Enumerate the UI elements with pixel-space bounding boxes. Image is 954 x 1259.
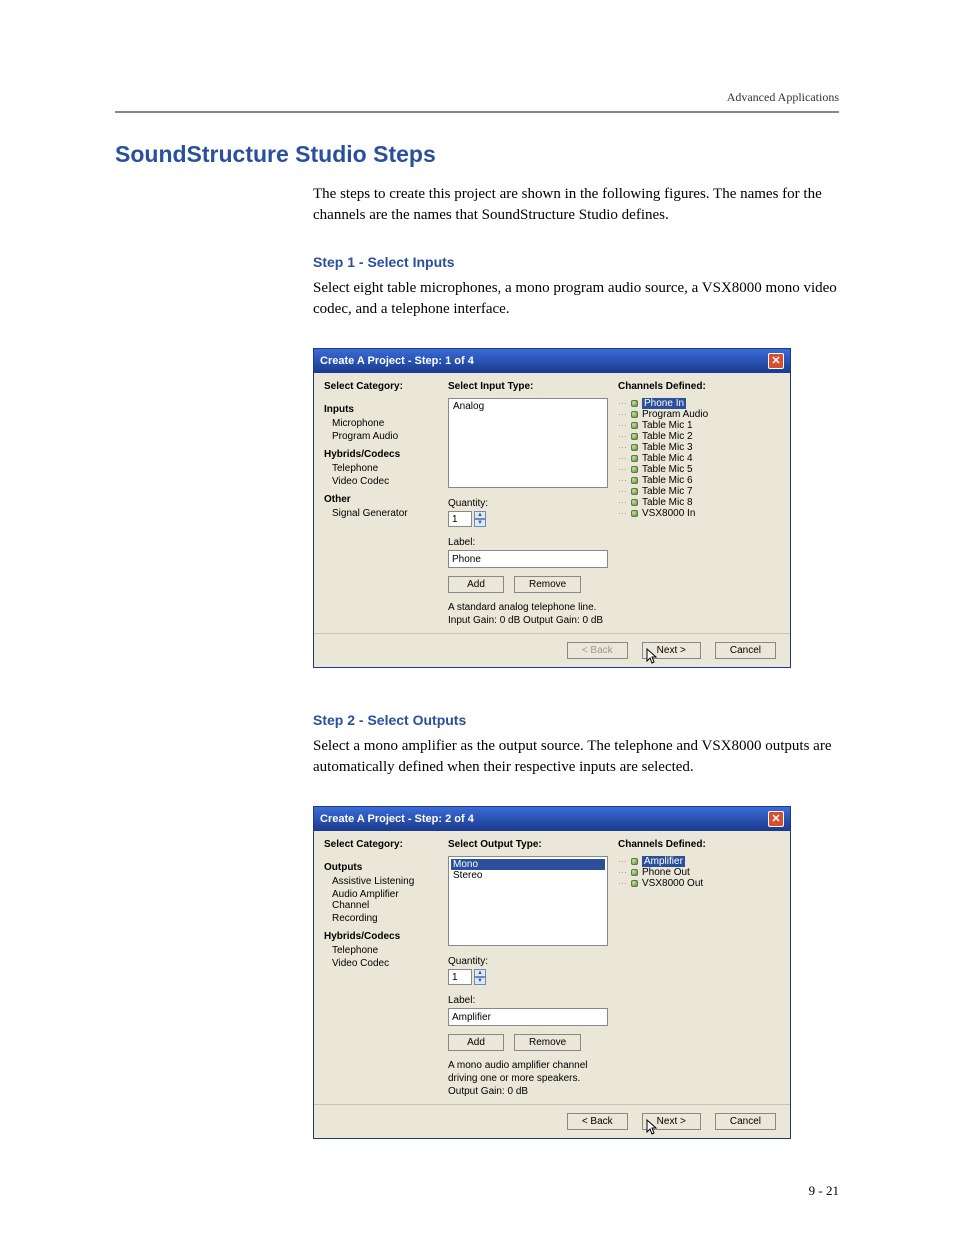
channel-item[interactable]: Table Mic 2 bbox=[642, 431, 693, 442]
dialog-step1: Create A Project - Step: 1 of 4 ✕ Select… bbox=[313, 348, 791, 668]
cat-group-other: Other bbox=[324, 494, 438, 505]
dialog-titlebar: Create A Project - Step: 2 of 4 ✕ bbox=[314, 807, 790, 831]
list-item[interactable]: Stereo bbox=[451, 870, 605, 881]
dialog-step2: Create A Project - Step: 2 of 4 ✕ Select… bbox=[313, 806, 791, 1139]
type-label: Select Output Type: bbox=[448, 839, 608, 850]
channel-item[interactable]: Table Mic 8 bbox=[642, 497, 693, 508]
channel-icon bbox=[631, 499, 638, 506]
channel-icon bbox=[631, 869, 638, 876]
channel-item[interactable]: Amplifier bbox=[642, 856, 685, 867]
quantity-label: Quantity: bbox=[448, 956, 608, 967]
description-text: A mono audio amplifier channel driving o… bbox=[448, 1059, 608, 1098]
chevron-down-icon[interactable]: ▼ bbox=[474, 977, 486, 985]
remove-button[interactable]: Remove bbox=[514, 576, 581, 593]
channel-item[interactable]: Table Mic 6 bbox=[642, 475, 693, 486]
cat-item[interactable]: Recording bbox=[324, 912, 438, 925]
channel-item[interactable]: VSX8000 In bbox=[642, 508, 695, 519]
header-rule bbox=[115, 111, 839, 113]
main-heading: SoundStructure Studio Steps bbox=[115, 141, 839, 168]
channel-icon bbox=[631, 411, 638, 418]
cat-item[interactable]: Microphone bbox=[324, 417, 438, 430]
cat-group-inputs: Inputs bbox=[324, 404, 438, 415]
back-button: < Back bbox=[567, 642, 628, 659]
add-button[interactable]: Add bbox=[448, 576, 504, 593]
step1-text: Select eight table microphones, a mono p… bbox=[313, 278, 839, 320]
category-label: Select Category: bbox=[324, 839, 438, 850]
cat-group-hybrids: Hybrids/Codecs bbox=[324, 931, 438, 942]
add-button[interactable]: Add bbox=[448, 1034, 504, 1051]
quantity-input[interactable] bbox=[448, 511, 472, 527]
category-label: Select Category: bbox=[324, 381, 438, 392]
quantity-input[interactable] bbox=[448, 969, 472, 985]
channel-icon bbox=[631, 488, 638, 495]
cat-item[interactable]: Audio Amplifier Channel bbox=[324, 888, 438, 912]
channel-icon bbox=[631, 433, 638, 440]
channel-icon bbox=[631, 400, 638, 407]
channel-icon bbox=[631, 455, 638, 462]
dialog-title-text: Create A Project - Step: 2 of 4 bbox=[320, 813, 474, 825]
cat-item[interactable]: Assistive Listening bbox=[324, 875, 438, 888]
cancel-button[interactable]: Cancel bbox=[715, 642, 776, 659]
channels-tree: ⋯Phone In ⋯Program Audio ⋯Table Mic 1 ⋯T… bbox=[618, 398, 780, 519]
channel-icon bbox=[631, 444, 638, 451]
channel-item[interactable]: VSX8000 Out bbox=[642, 878, 703, 889]
page-header: Advanced Applications bbox=[115, 90, 839, 105]
next-button[interactable]: Next > bbox=[642, 1113, 701, 1130]
channel-item[interactable]: Table Mic 4 bbox=[642, 453, 693, 464]
step1-heading: Step 1 - Select Inputs bbox=[313, 254, 839, 270]
list-item[interactable]: Analog bbox=[451, 401, 605, 412]
type-listbox[interactable]: Mono Stereo bbox=[448, 856, 608, 946]
label-label: Label: bbox=[448, 995, 608, 1006]
cat-group-outputs: Outputs bbox=[324, 862, 438, 873]
channel-item[interactable]: Table Mic 7 bbox=[642, 486, 693, 497]
channel-item[interactable]: Table Mic 3 bbox=[642, 442, 693, 453]
cat-item[interactable]: Video Codec bbox=[324, 475, 438, 488]
channel-icon bbox=[631, 858, 638, 865]
channel-item[interactable]: Phone Out bbox=[642, 867, 690, 878]
quantity-label: Quantity: bbox=[448, 498, 608, 509]
label-label: Label: bbox=[448, 537, 608, 548]
defined-label: Channels Defined: bbox=[618, 381, 780, 392]
cat-item[interactable]: Telephone bbox=[324, 462, 438, 475]
channel-item[interactable]: Phone In bbox=[642, 398, 686, 409]
dialog-titlebar: Create A Project - Step: 1 of 4 ✕ bbox=[314, 349, 790, 373]
cat-item[interactable]: Program Audio bbox=[324, 430, 438, 443]
description-text: A standard analog telephone line. Input … bbox=[448, 601, 608, 627]
channels-tree: ⋯Amplifier ⋯Phone Out ⋯VSX8000 Out bbox=[618, 856, 780, 889]
channel-icon bbox=[631, 466, 638, 473]
list-item[interactable]: Mono bbox=[451, 859, 605, 870]
channel-item[interactable]: Program Audio bbox=[642, 409, 708, 420]
cancel-button[interactable]: Cancel bbox=[715, 1113, 776, 1130]
close-icon[interactable]: ✕ bbox=[768, 353, 784, 369]
cat-item[interactable]: Video Codec bbox=[324, 957, 438, 970]
remove-button[interactable]: Remove bbox=[514, 1034, 581, 1051]
chevron-up-icon[interactable]: ▲ bbox=[474, 969, 486, 977]
type-label: Select Input Type: bbox=[448, 381, 608, 392]
chevron-down-icon[interactable]: ▼ bbox=[474, 519, 486, 527]
channel-icon bbox=[631, 422, 638, 429]
page-number: 9 - 21 bbox=[115, 1183, 839, 1199]
cat-item[interactable]: Signal Generator bbox=[324, 507, 438, 520]
intro-text: The steps to create this project are sho… bbox=[313, 184, 839, 226]
label-input[interactable] bbox=[448, 1008, 608, 1026]
cat-group-hybrids: Hybrids/Codecs bbox=[324, 449, 438, 460]
channel-icon bbox=[631, 510, 638, 517]
step2-heading: Step 2 - Select Outputs bbox=[313, 712, 839, 728]
cat-item[interactable]: Telephone bbox=[324, 944, 438, 957]
label-input[interactable] bbox=[448, 550, 608, 568]
next-button[interactable]: Next > bbox=[642, 642, 701, 659]
defined-label: Channels Defined: bbox=[618, 839, 780, 850]
channel-icon bbox=[631, 880, 638, 887]
channel-item[interactable]: Table Mic 1 bbox=[642, 420, 693, 431]
channel-item[interactable]: Table Mic 5 bbox=[642, 464, 693, 475]
close-icon[interactable]: ✕ bbox=[768, 811, 784, 827]
step2-text: Select a mono amplifier as the output so… bbox=[313, 736, 839, 778]
channel-icon bbox=[631, 477, 638, 484]
chevron-up-icon[interactable]: ▲ bbox=[474, 511, 486, 519]
type-listbox[interactable]: Analog bbox=[448, 398, 608, 488]
back-button[interactable]: < Back bbox=[567, 1113, 628, 1130]
dialog-title-text: Create A Project - Step: 1 of 4 bbox=[320, 355, 474, 367]
